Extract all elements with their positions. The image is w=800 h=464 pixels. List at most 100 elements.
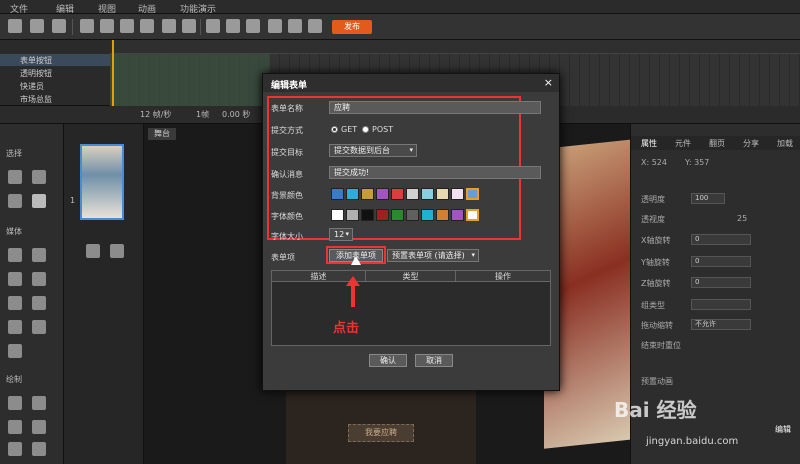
drag-rotate-select[interactable]: 不允许 bbox=[691, 319, 751, 330]
bg-color-swatch[interactable] bbox=[361, 188, 374, 200]
z-rotation-field[interactable]: 0 bbox=[691, 277, 751, 288]
font-color-swatch[interactable] bbox=[466, 209, 479, 221]
comment-icon[interactable] bbox=[8, 320, 22, 334]
line-icon[interactable] bbox=[8, 396, 22, 410]
publish-button[interactable]: 发布 bbox=[332, 20, 372, 34]
layer-row[interactable]: 透明按钮 bbox=[0, 67, 110, 79]
font-color-swatch[interactable] bbox=[421, 209, 434, 221]
rectangle-icon[interactable] bbox=[8, 420, 22, 434]
stop-icon[interactable] bbox=[246, 19, 260, 33]
curve-icon[interactable] bbox=[32, 396, 46, 410]
font-color-swatch[interactable] bbox=[361, 209, 374, 221]
preview-icon[interactable] bbox=[268, 19, 282, 33]
tab-stage[interactable]: 舞台 bbox=[148, 128, 176, 140]
font-size-select[interactable]: 12 ▾ bbox=[329, 228, 353, 241]
chart-icon[interactable] bbox=[8, 344, 22, 358]
submit-method-label: 提交方式 bbox=[271, 126, 303, 135]
tab-properties[interactable]: 属性 bbox=[641, 138, 657, 149]
cancel-button[interactable]: 取消 bbox=[415, 354, 453, 367]
screen-icon[interactable] bbox=[288, 19, 302, 33]
confirm-message-input[interactable]: 提交成功! bbox=[329, 166, 541, 179]
pentagon-icon[interactable] bbox=[32, 442, 46, 456]
keyframe-block[interactable] bbox=[110, 54, 270, 106]
delete-icon[interactable] bbox=[140, 19, 154, 33]
tab-flip[interactable]: 翻页 bbox=[709, 138, 725, 149]
rounded-rect-icon[interactable] bbox=[32, 420, 46, 434]
watermark-brand: Bai 经验 bbox=[614, 398, 697, 422]
layer-row[interactable]: 快递员 bbox=[0, 80, 110, 92]
settings-icon[interactable] bbox=[308, 19, 322, 33]
paragraph-icon[interactable] bbox=[32, 296, 46, 310]
apply-button-element[interactable]: 我要应聘 bbox=[348, 424, 414, 442]
gallery-icon[interactable] bbox=[32, 272, 46, 286]
close-icon[interactable]: × bbox=[544, 76, 553, 89]
text-icon[interactable] bbox=[8, 296, 22, 310]
bg-color-swatch[interactable] bbox=[331, 188, 344, 200]
bg-color-swatch[interactable] bbox=[451, 188, 464, 200]
tab-components[interactable]: 元件 bbox=[675, 138, 691, 149]
reset-on-end-label: 结束时重位 bbox=[641, 341, 681, 350]
group-type-label: 组类型 bbox=[641, 301, 665, 310]
submit-target-select[interactable]: 提交数据到后台 ▾ bbox=[329, 144, 417, 157]
bg-color-swatch[interactable] bbox=[421, 188, 434, 200]
font-color-swatch[interactable] bbox=[376, 209, 389, 221]
opacity-field[interactable]: 100 bbox=[691, 193, 725, 204]
add-page-icon[interactable] bbox=[86, 244, 100, 258]
video-icon[interactable] bbox=[8, 248, 22, 262]
undo-icon[interactable] bbox=[162, 19, 176, 33]
bg-color-swatch[interactable] bbox=[406, 188, 419, 200]
bg-color-swatch[interactable] bbox=[436, 188, 449, 200]
pause-icon[interactable] bbox=[226, 19, 240, 33]
pointer-icon[interactable] bbox=[8, 170, 22, 184]
bg-color-swatch[interactable] bbox=[466, 188, 479, 200]
method-get-radio[interactable] bbox=[331, 126, 338, 133]
font-color-swatch[interactable] bbox=[451, 209, 464, 221]
redo-icon[interactable] bbox=[182, 19, 196, 33]
group-type-select[interactable] bbox=[691, 299, 751, 310]
tab-load[interactable]: 加载 bbox=[777, 138, 793, 149]
edit-button[interactable]: 编辑 bbox=[775, 424, 791, 435]
font-color-swatch[interactable] bbox=[331, 209, 344, 221]
layer-row[interactable]: 市场总监 bbox=[0, 93, 110, 105]
y-coordinate: Y: 357 bbox=[685, 158, 710, 167]
insert-page-icon[interactable] bbox=[110, 244, 124, 258]
save-icon[interactable] bbox=[52, 19, 66, 33]
font-color-swatch[interactable] bbox=[436, 209, 449, 221]
font-color-swatch[interactable] bbox=[391, 209, 404, 221]
open-folder-icon[interactable] bbox=[30, 19, 44, 33]
page-thumbnail[interactable] bbox=[80, 144, 124, 220]
x-rotation-field[interactable]: 0 bbox=[691, 234, 751, 245]
bg-color-swatch[interactable] bbox=[376, 188, 389, 200]
image-icon[interactable] bbox=[32, 248, 46, 262]
circle-icon[interactable] bbox=[8, 442, 22, 456]
preset-form-item-value: 预置表单项 (请选择) bbox=[392, 251, 465, 260]
transform-icon[interactable] bbox=[8, 194, 22, 208]
copy-icon[interactable] bbox=[100, 19, 114, 33]
timeline-ruler[interactable] bbox=[110, 40, 800, 54]
form-name-input[interactable]: 应聘 bbox=[329, 101, 541, 114]
ok-button[interactable]: 确认 bbox=[369, 354, 407, 367]
font-color-swatch[interactable] bbox=[346, 209, 359, 221]
playhead[interactable] bbox=[112, 40, 114, 106]
callout-arrow-stem bbox=[351, 285, 355, 307]
paste-icon[interactable] bbox=[120, 19, 134, 33]
perspective-label: 透视度 bbox=[641, 215, 665, 224]
font-color-swatch[interactable] bbox=[406, 209, 419, 221]
cut-icon[interactable] bbox=[80, 19, 94, 33]
method-post-radio[interactable] bbox=[362, 126, 369, 133]
layer-list: 表单按钮 透明按钮 快递员 市场总监 bbox=[0, 54, 110, 106]
tab-share[interactable]: 分享 bbox=[743, 138, 759, 149]
bg-color-swatch[interactable] bbox=[346, 188, 359, 200]
grid-tool-icon[interactable] bbox=[32, 194, 46, 208]
y-rotation-field[interactable]: 0 bbox=[691, 256, 751, 267]
layer-row[interactable]: 表单按钮 bbox=[0, 54, 110, 66]
perspective-value: 25 bbox=[737, 214, 748, 223]
tools-section-select: 选择 bbox=[6, 149, 22, 158]
form-icon[interactable] bbox=[32, 320, 46, 334]
bg-color-swatch[interactable] bbox=[391, 188, 404, 200]
preset-form-item-select[interactable]: 预置表单项 (请选择) ▾ bbox=[387, 249, 479, 262]
play-icon[interactable] bbox=[206, 19, 220, 33]
lasso-icon[interactable] bbox=[32, 170, 46, 184]
audio-icon[interactable] bbox=[8, 272, 22, 286]
new-file-icon[interactable] bbox=[8, 19, 22, 33]
